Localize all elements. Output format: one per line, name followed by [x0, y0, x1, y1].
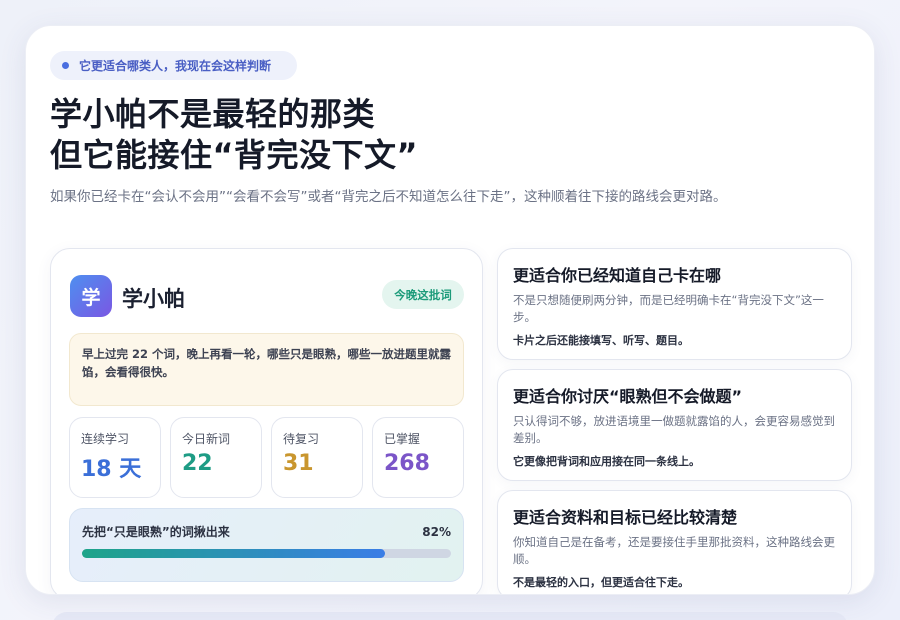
- stat-label: 连续学习: [81, 432, 130, 446]
- progress-label: 先把“只是眼熟”的词揪出来: [82, 525, 230, 539]
- app-logo-char: 学: [81, 286, 101, 309]
- fit-card-title: 更适合你讨厌“眼熟但不会做题”: [513, 387, 743, 406]
- stat-label: 今日新词: [182, 432, 231, 446]
- stat-label: 已掌握: [384, 432, 421, 446]
- fit-card-title: 更适合资料和目标已经比较清楚: [513, 508, 738, 527]
- progress-percent: 82%: [422, 524, 451, 539]
- stat-value: 268: [384, 451, 430, 476]
- study-note: 早上过完 22 个词，晚上再看一轮，哪些只是眼熟，哪些一放进题里就露馅，会看得很…: [69, 333, 464, 406]
- fit-card-familiar-but-fail: 更适合你讨厌“眼熟但不会做题” 只认得词不够，放进语境里一做题就露馅的人，会更容…: [497, 369, 852, 481]
- fit-card-title: 更适合你已经知道自己卡在哪: [513, 266, 722, 285]
- next-section-peek: [52, 612, 848, 620]
- fit-card-clear-goal: 更适合资料和目标已经比较清楚 你知道自己是在备考，还是要接住手里那批资料，这种路…: [497, 490, 852, 594]
- stat-new-words: 今日新词 22: [170, 417, 262, 498]
- page-subtitle: 如果你已经卡在“会认不会用”“会看不会写”或者“背完之后不知道怎么往下走”，这种…: [50, 189, 727, 205]
- stats-row: 连续学习 18 天 今日新词 22 待复习 31 已掌握 268: [69, 417, 464, 498]
- progress-panel: 先把“只是眼熟”的词揪出来 82%: [69, 508, 464, 582]
- stat-value: 31: [283, 451, 314, 476]
- page-title: 学小帕不是最轻的那类 但它能接住“背完没下文”: [50, 94, 610, 176]
- stat-to-review: 待复习 31: [271, 417, 363, 498]
- progress-fill: [82, 549, 385, 558]
- stat-mastered: 已掌握 268: [372, 417, 464, 498]
- stat-value: 22: [182, 451, 213, 476]
- stat-label: 待复习: [283, 432, 320, 446]
- app-preview-card: 学 学小帕 今晚这批词 早上过完 22 个词，晚上再看一轮，哪些只是眼熟，哪些一…: [50, 248, 483, 594]
- page-title-line-2: 但它能接住“背完没下文”: [50, 136, 419, 174]
- stat-value: 18 天: [81, 457, 142, 482]
- section-tag-label: 它更适合哪类人，我现在会这样判断: [79, 59, 272, 73]
- page-title-line-1: 学小帕不是最轻的那类: [50, 95, 376, 133]
- section-tag: 它更适合哪类人，我现在会这样判断: [50, 51, 297, 80]
- fit-card-desc: 不是只想随便刷两分钟，而是已经明确卡在“背完没下文”这一步。: [513, 293, 824, 324]
- stat-streak: 连续学习 18 天: [69, 417, 161, 498]
- fit-card-desc: 你知道自己是在备考，还是要接住手里那批资料，这种路线会更顺。: [513, 535, 835, 566]
- fit-card-desc: 只认得词不够，放进语境里一做题就露馅的人，会更容易感觉到差别。: [513, 414, 835, 445]
- app-name: 学小帕: [122, 287, 185, 311]
- main-card: 它更适合哪类人，我现在会这样判断 学小帕不是最轻的那类 但它能接住“背完没下文”…: [25, 25, 875, 595]
- fit-card-stuck-point: 更适合你已经知道自己卡在哪 不是只想随便刷两分钟，而是已经明确卡在“背完没下文”…: [497, 248, 852, 360]
- fit-card-foot: 不是最轻的入口，但更适合往下走。: [513, 576, 689, 589]
- tonight-words-badge[interactable]: 今晚这批词: [382, 280, 464, 309]
- fit-card-foot: 卡片之后还能接填写、听写、题目。: [513, 334, 689, 347]
- app-logo: 学: [70, 275, 112, 317]
- dot-icon: [62, 62, 69, 69]
- progress-track: [82, 549, 451, 558]
- fit-card-foot: 它更像把背词和应用接在同一条线上。: [513, 455, 700, 468]
